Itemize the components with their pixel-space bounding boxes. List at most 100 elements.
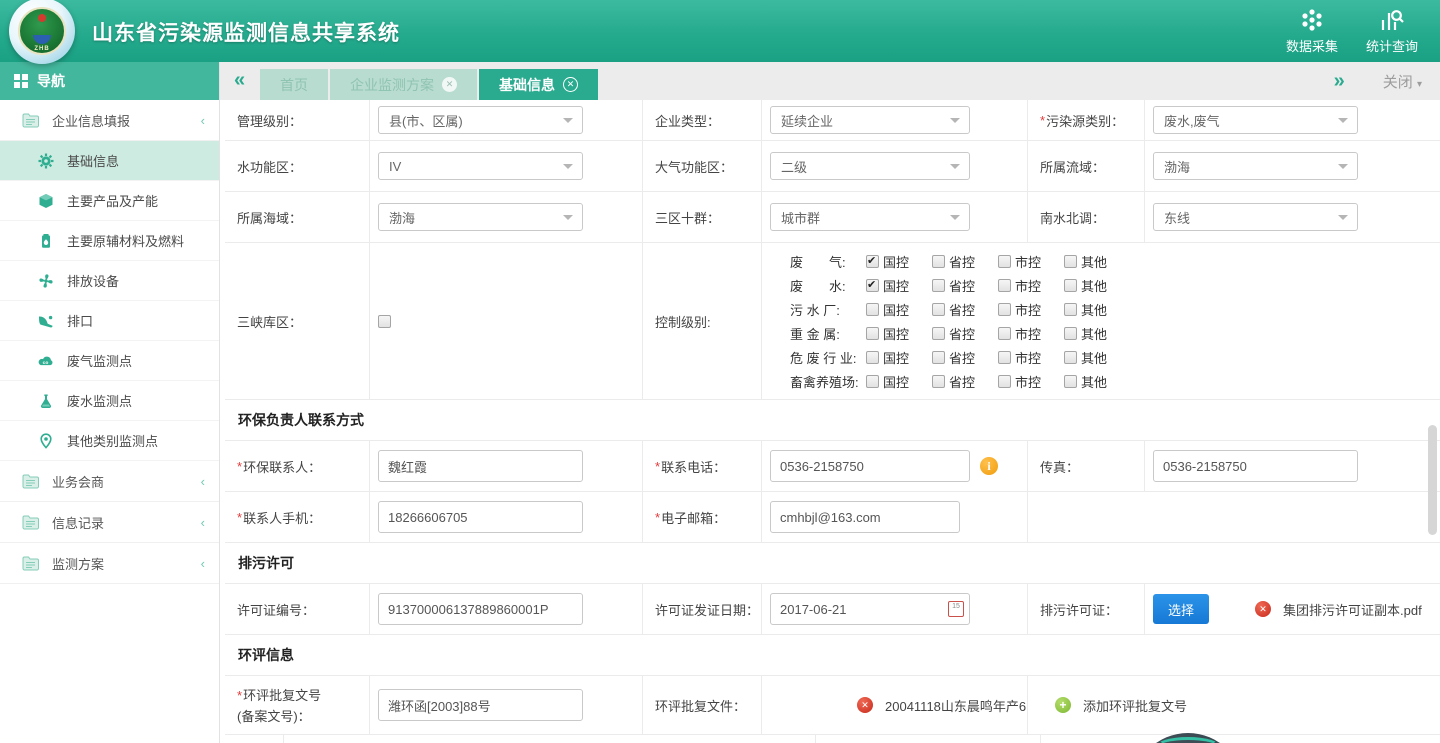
hazard-national-checkbox[interactable]	[866, 351, 879, 364]
sidebar-item-water-monitoring[interactable]: 废水监测点	[0, 381, 219, 421]
water-func-label: 水功能区：	[225, 141, 370, 191]
permit-no-input[interactable]	[378, 593, 583, 625]
close-icon[interactable]: ✕	[563, 77, 578, 92]
livestock-other-checkbox[interactable]	[1064, 375, 1077, 388]
gas-city-checkbox[interactable]	[998, 255, 1011, 268]
sea-select[interactable]: 渤海	[378, 203, 583, 231]
email-input[interactable]	[770, 501, 960, 533]
permit-date-label: 许可证发证日期：	[643, 584, 762, 634]
phone-input[interactable]	[770, 450, 970, 482]
tabs-scroll-right-icon[interactable]: »	[1334, 71, 1345, 91]
sewage-city-checkbox[interactable]	[998, 303, 1011, 316]
control-row-sewage-plant: 污 水 厂: 国控 省控 市控 其他	[790, 298, 1130, 321]
choose-file-button[interactable]: 选择	[1153, 594, 1209, 624]
metal-province-checkbox[interactable]	[932, 327, 945, 340]
sidebar-item-emission-equipment[interactable]: 排放设备	[0, 261, 219, 301]
control-row-heavy-metal: 重 金 属: 国控 省控 市控 其他	[790, 322, 1130, 345]
permit-no-label: 许可证编号：	[225, 584, 370, 634]
metal-other-checkbox[interactable]	[1064, 327, 1077, 340]
delete-file-icon[interactable]: ✕	[1255, 601, 1271, 617]
sidebar: 导航 企业信息填报 ‹ 基础信息	[0, 62, 220, 743]
control-level-label: 控制级别:	[643, 243, 762, 399]
folder-icon	[22, 515, 40, 530]
collapse-chevron-icon: ‹	[201, 556, 205, 571]
permit-file-name[interactable]: 集团排污许可证副本.pdf	[1283, 600, 1422, 619]
water-other-checkbox[interactable]	[1064, 279, 1077, 292]
livestock-national-checkbox[interactable]	[866, 375, 879, 388]
sidebar-item-products[interactable]: 主要产品及产能	[0, 181, 219, 221]
tab-enterprise-monitoring-plan[interactable]: 企业监测方案 ✕	[330, 69, 477, 100]
sewage-other-checkbox[interactable]	[1064, 303, 1077, 316]
gas-national-checkbox[interactable]	[866, 255, 879, 268]
control-row-livestock: 畜禽养殖场: 国控 省控 市控 其他	[790, 370, 1130, 393]
water-transfer-select[interactable]: 东线	[1153, 203, 1358, 231]
data-collect-button[interactable]: 数据采集	[1286, 7, 1338, 55]
air-func-select[interactable]: 二级	[770, 152, 970, 180]
fan-icon	[38, 273, 54, 289]
sidebar-item-outlet[interactable]: 排口	[0, 301, 219, 341]
tabs-scroll-left-icon[interactable]: «	[234, 70, 245, 90]
tab-home[interactable]: 首页	[260, 69, 328, 100]
sidebar-group-business-consult[interactable]: 业务会商 ‹	[0, 461, 219, 502]
gas-province-checkbox[interactable]	[932, 255, 945, 268]
sidebar-item-other-monitoring[interactable]: 其他类别监测点	[0, 421, 219, 461]
metal-city-checkbox[interactable]	[998, 327, 1011, 340]
location-pin-icon	[38, 433, 54, 449]
add-icon[interactable]: +	[1055, 697, 1071, 713]
metal-national-checkbox[interactable]	[866, 327, 879, 340]
hazard-province-checkbox[interactable]	[932, 351, 945, 364]
phone-label: *联系电话：	[643, 441, 762, 491]
permit-file-label: 排污许可证：	[1028, 584, 1145, 634]
water-city-checkbox[interactable]	[998, 279, 1011, 292]
sidebar-group-enterprise-info[interactable]: 企业信息填报 ‹	[0, 100, 219, 141]
close-menu-button[interactable]: 关闭 ▾	[1383, 71, 1422, 92]
app-title: 山东省污染源监测信息共享系统	[92, 17, 400, 47]
manage-level-select[interactable]: 县(市、区属)	[378, 106, 583, 134]
add-eia-no-link[interactable]: 添加环评批复文号	[1083, 696, 1187, 715]
sidebar-item-gas-monitoring[interactable]: co 废气监测点	[0, 341, 219, 381]
cube-icon	[38, 193, 54, 209]
water-func-select[interactable]: IV	[378, 152, 583, 180]
permit-date-input[interactable]	[770, 593, 970, 625]
contact-person-input[interactable]	[378, 450, 583, 482]
stats-query-button[interactable]: 统计查询	[1366, 7, 1418, 55]
info-icon[interactable]: i	[980, 457, 998, 475]
eia-no-input[interactable]	[378, 689, 583, 721]
calendar-icon[interactable]: 15	[948, 601, 964, 617]
vertical-scrollbar[interactable]	[1428, 425, 1437, 535]
gas-cloud-icon: co	[38, 353, 54, 369]
svg-text:co: co	[43, 360, 49, 365]
folder-icon	[22, 113, 40, 128]
gas-other-checkbox[interactable]	[1064, 255, 1077, 268]
sewage-national-checkbox[interactable]	[866, 303, 879, 316]
sidebar-item-basic-info[interactable]: 基础信息	[0, 141, 219, 181]
hazard-city-checkbox[interactable]	[998, 351, 1011, 364]
company-type-select[interactable]: 延续企业	[770, 106, 970, 134]
delete-file-icon[interactable]: ✕	[857, 697, 873, 713]
water-province-checkbox[interactable]	[932, 279, 945, 292]
livestock-province-checkbox[interactable]	[932, 375, 945, 388]
sewage-province-checkbox[interactable]	[932, 303, 945, 316]
sidebar-item-materials-fuel[interactable]: 主要原辅材料及燃料	[0, 221, 219, 261]
three-gorges-checkbox[interactable]	[378, 315, 391, 328]
sidebar-group-monitoring-plan[interactable]: 监测方案 ‹	[0, 543, 219, 584]
basin-select[interactable]: 渤海	[1153, 152, 1358, 180]
email-label: *电子邮箱：	[643, 492, 762, 542]
app-window: ZHB 山东省污染源监测信息共享系统 数据采集 统计查询	[0, 0, 1440, 743]
hazard-other-checkbox[interactable]	[1064, 351, 1077, 364]
livestock-city-checkbox[interactable]	[998, 375, 1011, 388]
fax-input[interactable]	[1153, 450, 1358, 482]
gear-icon	[38, 153, 54, 169]
eia-section-title: 环评信息	[225, 635, 1440, 676]
sidebar-group-info-records[interactable]: 信息记录 ‹	[0, 502, 219, 543]
mobile-input[interactable]	[378, 501, 583, 533]
eia-file-name[interactable]: 20041118山东晨鸣年产6	[885, 696, 1026, 715]
zone-group-select[interactable]: 城市群	[770, 203, 970, 231]
close-icon[interactable]: ✕	[442, 77, 457, 92]
flask-icon	[38, 393, 54, 409]
tab-basic-info[interactable]: 基础信息 ✕	[479, 69, 598, 100]
pollution-type-select[interactable]: 废水,废气	[1153, 106, 1358, 134]
dots-cluster-icon	[1299, 7, 1325, 33]
grid-icon	[14, 74, 28, 88]
water-national-checkbox[interactable]	[866, 279, 879, 292]
